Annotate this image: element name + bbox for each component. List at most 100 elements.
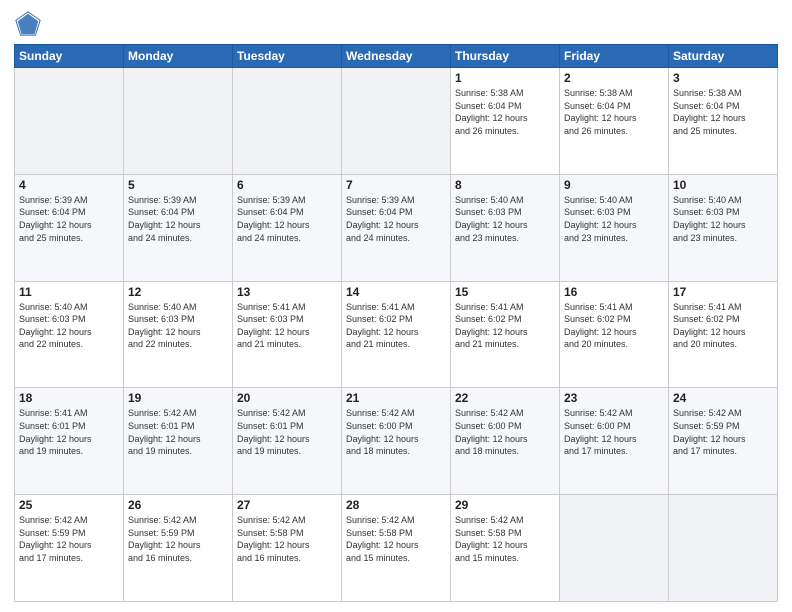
day-info: Sunrise: 5:40 AM Sunset: 6:03 PM Dayligh… [564, 194, 664, 244]
day-number: 12 [128, 285, 228, 299]
calendar-day-cell: 19 Sunrise: 5:42 AM Sunset: 6:01 PM Dayli… [124, 388, 233, 495]
day-number: 11 [19, 285, 119, 299]
day-number: 7 [346, 178, 446, 192]
calendar-day-header: Saturday [669, 45, 778, 68]
calendar-day-cell: 7 Sunrise: 5:39 AM Sunset: 6:04 PM Daylig… [342, 174, 451, 281]
calendar-day-cell [342, 68, 451, 175]
page: SundayMondayTuesdayWednesdayThursdayFrid… [0, 0, 792, 612]
calendar-day-cell [560, 495, 669, 602]
day-info: Sunrise: 5:39 AM Sunset: 6:04 PM Dayligh… [128, 194, 228, 244]
calendar-day-cell: 12 Sunrise: 5:40 AM Sunset: 6:03 PM Dayli… [124, 281, 233, 388]
day-info: Sunrise: 5:39 AM Sunset: 6:04 PM Dayligh… [346, 194, 446, 244]
calendar-table: SundayMondayTuesdayWednesdayThursdayFrid… [14, 44, 778, 602]
calendar-week-row: 25Sunrise: 5:42 AM Sunset: 5:59 PM Dayli… [15, 495, 778, 602]
day-info: Sunrise: 5:40 AM Sunset: 6:03 PM Dayligh… [673, 194, 773, 244]
day-info: Sunrise: 5:42 AM Sunset: 5:58 PM Dayligh… [455, 514, 555, 564]
day-info: Sunrise: 5:42 AM Sunset: 5:58 PM Dayligh… [346, 514, 446, 564]
day-info: Sunrise: 5:41 AM Sunset: 6:02 PM Dayligh… [346, 301, 446, 351]
calendar-day-cell: 5Sunrise: 5:39 AM Sunset: 6:04 PM Daylig… [124, 174, 233, 281]
calendar-day-header: Monday [124, 45, 233, 68]
day-number: 3 [673, 71, 773, 85]
day-number: 1 [455, 71, 555, 85]
day-number: 28 [346, 498, 446, 512]
calendar-day-header: Friday [560, 45, 669, 68]
calendar-day-cell: 29 Sunrise: 5:42 AM Sunset: 5:58 PM Dayli… [451, 495, 560, 602]
calendar-day-cell: 23 Sunrise: 5:42 AM Sunset: 6:00 PM Dayli… [560, 388, 669, 495]
day-number: 26 [128, 498, 228, 512]
calendar-day-cell: 28 Sunrise: 5:42 AM Sunset: 5:58 PM Dayli… [342, 495, 451, 602]
day-info: Sunrise: 5:40 AM Sunset: 6:03 PM Dayligh… [455, 194, 555, 244]
day-number: 6 [237, 178, 337, 192]
day-info: Sunrise: 5:39 AM Sunset: 6:04 PM Dayligh… [237, 194, 337, 244]
day-info: Sunrise: 5:42 AM Sunset: 5:59 PM Dayligh… [128, 514, 228, 564]
calendar-day-cell: 26 Sunrise: 5:42 AM Sunset: 5:59 PM Dayli… [124, 495, 233, 602]
day-number: 23 [564, 391, 664, 405]
day-number: 29 [455, 498, 555, 512]
calendar-day-cell: 1 Sunrise: 5:38 AM Sunset: 6:04 PM Daylig… [451, 68, 560, 175]
calendar-week-row: 4Sunrise: 5:39 AM Sunset: 6:04 PM Daylig… [15, 174, 778, 281]
day-info: Sunrise: 5:40 AM Sunset: 6:03 PM Dayligh… [128, 301, 228, 351]
calendar-day-cell: 6 Sunrise: 5:39 AM Sunset: 6:04 PM Daylig… [233, 174, 342, 281]
day-number: 13 [237, 285, 337, 299]
calendar-week-row: 18 Sunrise: 5:41 AM Sunset: 6:01 PM Dayli… [15, 388, 778, 495]
day-info: Sunrise: 5:42 AM Sunset: 5:59 PM Dayligh… [19, 514, 119, 564]
day-info: Sunrise: 5:42 AM Sunset: 6:00 PM Dayligh… [564, 407, 664, 457]
day-info: Sunrise: 5:42 AM Sunset: 6:00 PM Dayligh… [455, 407, 555, 457]
day-number: 19 [128, 391, 228, 405]
day-number: 20 [237, 391, 337, 405]
day-info: Sunrise: 5:42 AM Sunset: 6:00 PM Dayligh… [346, 407, 446, 457]
calendar-day-cell: 9 Sunrise: 5:40 AM Sunset: 6:03 PM Daylig… [560, 174, 669, 281]
calendar-day-cell: 8 Sunrise: 5:40 AM Sunset: 6:03 PM Daylig… [451, 174, 560, 281]
day-info: Sunrise: 5:38 AM Sunset: 6:04 PM Dayligh… [673, 87, 773, 137]
day-info: Sunrise: 5:42 AM Sunset: 6:01 PM Dayligh… [237, 407, 337, 457]
calendar-day-header: Tuesday [233, 45, 342, 68]
calendar-day-cell: 20 Sunrise: 5:42 AM Sunset: 6:01 PM Dayli… [233, 388, 342, 495]
day-number: 17 [673, 285, 773, 299]
calendar-day-cell: 2 Sunrise: 5:38 AM Sunset: 6:04 PM Daylig… [560, 68, 669, 175]
day-number: 9 [564, 178, 664, 192]
day-number: 27 [237, 498, 337, 512]
calendar-day-cell: 24 Sunrise: 5:42 AM Sunset: 5:59 PM Dayli… [669, 388, 778, 495]
calendar-day-cell [15, 68, 124, 175]
day-number: 18 [19, 391, 119, 405]
calendar-day-header: Sunday [15, 45, 124, 68]
day-number: 16 [564, 285, 664, 299]
day-number: 8 [455, 178, 555, 192]
calendar-day-cell: 22 Sunrise: 5:42 AM Sunset: 6:00 PM Dayli… [451, 388, 560, 495]
calendar-day-cell: 25Sunrise: 5:42 AM Sunset: 5:59 PM Dayli… [15, 495, 124, 602]
calendar-day-cell: 17Sunrise: 5:41 AM Sunset: 6:02 PM Dayli… [669, 281, 778, 388]
calendar-day-header: Wednesday [342, 45, 451, 68]
day-number: 10 [673, 178, 773, 192]
day-info: Sunrise: 5:41 AM Sunset: 6:02 PM Dayligh… [564, 301, 664, 351]
day-info: Sunrise: 5:42 AM Sunset: 5:58 PM Dayligh… [237, 514, 337, 564]
calendar-day-cell: 4Sunrise: 5:39 AM Sunset: 6:04 PM Daylig… [15, 174, 124, 281]
day-number: 22 [455, 391, 555, 405]
logo-icon [14, 10, 42, 38]
day-info: Sunrise: 5:41 AM Sunset: 6:01 PM Dayligh… [19, 407, 119, 457]
day-info: Sunrise: 5:42 AM Sunset: 6:01 PM Dayligh… [128, 407, 228, 457]
day-info: Sunrise: 5:42 AM Sunset: 5:59 PM Dayligh… [673, 407, 773, 457]
calendar-day-cell [124, 68, 233, 175]
calendar-day-cell: 27 Sunrise: 5:42 AM Sunset: 5:58 PM Dayli… [233, 495, 342, 602]
day-info: Sunrise: 5:40 AM Sunset: 6:03 PM Dayligh… [19, 301, 119, 351]
day-info: Sunrise: 5:41 AM Sunset: 6:02 PM Dayligh… [455, 301, 555, 351]
day-info: Sunrise: 5:39 AM Sunset: 6:04 PM Dayligh… [19, 194, 119, 244]
calendar-day-cell: 14Sunrise: 5:41 AM Sunset: 6:02 PM Dayli… [342, 281, 451, 388]
day-number: 24 [673, 391, 773, 405]
calendar-week-row: 11 Sunrise: 5:40 AM Sunset: 6:03 PM Dayli… [15, 281, 778, 388]
day-number: 2 [564, 71, 664, 85]
calendar-day-cell: 18 Sunrise: 5:41 AM Sunset: 6:01 PM Dayli… [15, 388, 124, 495]
calendar-day-header: Thursday [451, 45, 560, 68]
calendar-week-row: 1 Sunrise: 5:38 AM Sunset: 6:04 PM Daylig… [15, 68, 778, 175]
day-info: Sunrise: 5:38 AM Sunset: 6:04 PM Dayligh… [564, 87, 664, 137]
day-number: 15 [455, 285, 555, 299]
header [14, 10, 778, 38]
calendar-day-cell: 15 Sunrise: 5:41 AM Sunset: 6:02 PM Dayli… [451, 281, 560, 388]
day-info: Sunrise: 5:38 AM Sunset: 6:04 PM Dayligh… [455, 87, 555, 137]
calendar-day-cell: 13 Sunrise: 5:41 AM Sunset: 6:03 PM Dayli… [233, 281, 342, 388]
day-number: 21 [346, 391, 446, 405]
calendar-day-cell [669, 495, 778, 602]
calendar-day-cell: 21 Sunrise: 5:42 AM Sunset: 6:00 PM Dayli… [342, 388, 451, 495]
day-info: Sunrise: 5:41 AM Sunset: 6:03 PM Dayligh… [237, 301, 337, 351]
calendar-day-cell: 3 Sunrise: 5:38 AM Sunset: 6:04 PM Daylig… [669, 68, 778, 175]
